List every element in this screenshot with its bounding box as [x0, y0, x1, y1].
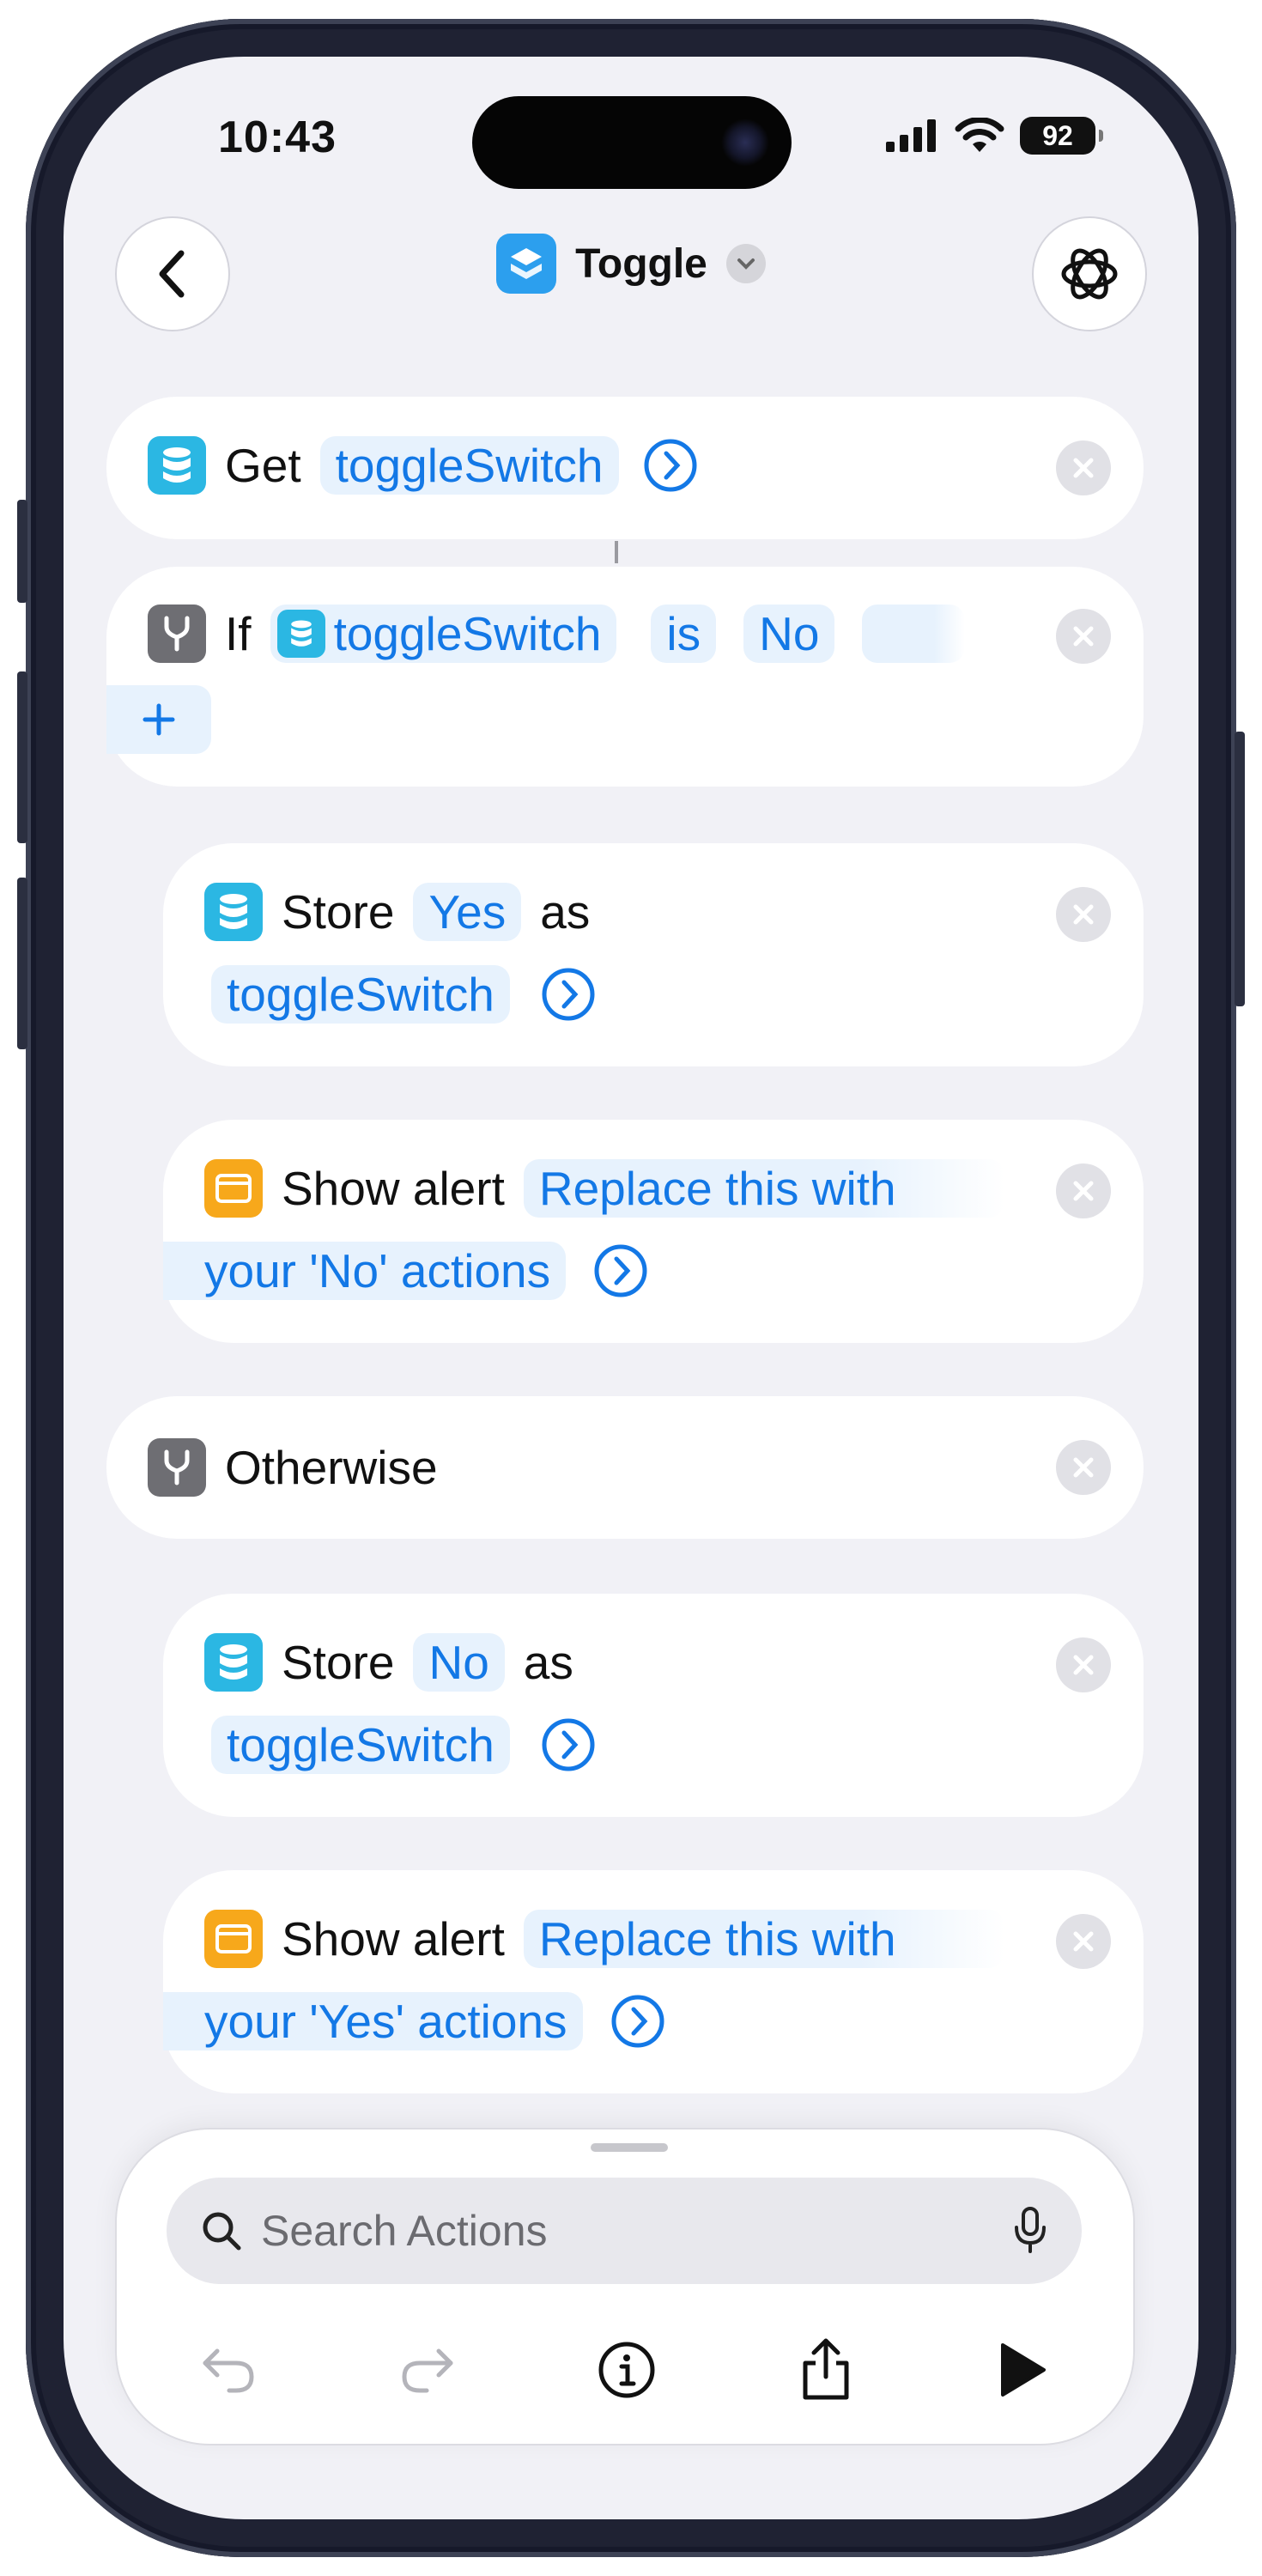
remove-action-button[interactable]	[1056, 1440, 1111, 1495]
close-icon	[1073, 1655, 1094, 1675]
close-icon	[1073, 458, 1094, 478]
alert-message-token-continued[interactable]: your 'Yes' actions	[163, 1992, 583, 2050]
action-verb: Show alert	[282, 1162, 505, 1215]
chevron-right-circle-icon[interactable]	[541, 1717, 596, 1772]
extra-parameter-token[interactable]	[862, 605, 966, 663]
chevron-right-circle-icon[interactable]	[643, 438, 698, 493]
status-time: 10:43	[218, 112, 337, 162]
shortcut-title-button[interactable]: Toggle	[64, 234, 1198, 294]
if-action[interactable]: If toggleSwitch is No	[106, 567, 1144, 787]
battery-level: 92	[1042, 119, 1073, 151]
get-variable-action[interactable]: Get toggleSwitch	[106, 397, 1144, 539]
value-token[interactable]: Yes	[413, 883, 522, 941]
remove-action-button[interactable]	[1056, 440, 1111, 495]
undo-icon	[203, 2348, 254, 2393]
battery-indicator: 92	[1020, 117, 1103, 155]
value-token[interactable]: No	[413, 1633, 505, 1692]
chevron-right-circle-icon[interactable]	[593, 1243, 648, 1298]
volume-up-button	[17, 671, 27, 843]
redo-icon	[402, 2348, 453, 2393]
volume-down-button	[17, 878, 27, 1049]
wifi-icon	[955, 118, 1004, 152]
variable-token[interactable]: toggleSwitch	[319, 436, 619, 495]
alert-message-token[interactable]: Replace this with	[523, 1159, 1004, 1218]
remove-action-button[interactable]	[1056, 609, 1111, 664]
shortcut-icon	[496, 234, 557, 294]
close-icon	[1073, 1181, 1094, 1201]
show-alert-action[interactable]: Show alert Replace this with your 'Yes' …	[163, 1870, 1144, 2093]
close-icon	[1073, 626, 1094, 647]
search-input[interactable]	[259, 2205, 1013, 2257]
apple-intelligence-icon	[1061, 248, 1118, 300]
close-icon	[1073, 1931, 1094, 1952]
close-icon	[1073, 1457, 1094, 1478]
variable-token[interactable]: toggleSwitch	[211, 965, 510, 1024]
connector-line	[615, 541, 618, 563]
actions-panel[interactable]	[115, 2128, 1135, 2445]
variable-token[interactable]: toggleSwitch	[211, 1716, 510, 1774]
action-verb: Get	[225, 439, 301, 492]
redo-button[interactable]	[393, 2336, 462, 2404]
remove-action-button[interactable]	[1056, 1914, 1111, 1969]
alert-message-token[interactable]: Replace this with	[523, 1910, 1004, 1968]
action-verb: Otherwise	[225, 1441, 438, 1494]
remove-action-button[interactable]	[1056, 1637, 1111, 1692]
database-icon	[204, 883, 263, 941]
branch-icon	[148, 605, 206, 663]
condition-operator-token[interactable]: is	[651, 605, 717, 663]
remove-action-button[interactable]	[1056, 887, 1111, 942]
action-verb: If	[225, 607, 252, 660]
power-button	[1235, 732, 1245, 1006]
database-icon	[148, 436, 206, 495]
share-icon	[803, 2338, 849, 2400]
chevron-down-icon	[725, 244, 766, 283]
action-verb: Store	[282, 1636, 395, 1689]
show-alert-action[interactable]: Show alert Replace this with your 'No' a…	[163, 1120, 1144, 1343]
status-icons: 92	[886, 117, 1103, 155]
camera-icon	[721, 118, 769, 167]
alert-window-icon	[204, 1910, 263, 1968]
apple-intelligence-button[interactable]	[1032, 216, 1147, 331]
branch-icon	[148, 1438, 206, 1497]
database-icon	[204, 1633, 263, 1692]
undo-button[interactable]	[194, 2336, 263, 2404]
add-condition-button[interactable]	[106, 685, 211, 754]
action-button	[17, 500, 27, 603]
database-icon	[276, 610, 325, 658]
as-label: as	[540, 885, 591, 939]
alert-message-token-continued[interactable]: your 'No' actions	[163, 1242, 567, 1300]
layers-icon	[511, 248, 543, 279]
share-button[interactable]	[792, 2336, 860, 2404]
info-icon	[598, 2342, 655, 2398]
set-variable-action[interactable]: Store No as toggleSwitch	[163, 1594, 1144, 1817]
page-title: Toggle	[575, 240, 707, 287]
close-icon	[1073, 904, 1094, 925]
condition-value-token[interactable]: No	[743, 605, 835, 663]
sheet-grabber[interactable]	[591, 2143, 668, 2152]
remove-action-button[interactable]	[1056, 1163, 1111, 1218]
as-label: as	[523, 1636, 573, 1689]
chevron-right-circle-icon[interactable]	[541, 967, 596, 1022]
search-icon	[203, 2212, 241, 2251]
variable-token[interactable]: toggleSwitch	[270, 605, 617, 663]
alert-window-icon	[204, 1159, 263, 1218]
run-button[interactable]	[987, 2336, 1056, 2404]
info-button[interactable]	[592, 2336, 661, 2404]
chevron-right-circle-icon[interactable]	[610, 1994, 665, 2049]
search-bar[interactable]	[167, 2178, 1082, 2284]
cellular-signal-icon	[886, 119, 936, 152]
play-icon	[1001, 2343, 1046, 2397]
dynamic-island	[472, 96, 792, 189]
action-verb: Store	[282, 885, 395, 939]
set-variable-action[interactable]: Store Yes as toggleSwitch	[163, 843, 1144, 1066]
action-verb: Show alert	[282, 1912, 505, 1965]
otherwise-action[interactable]: Otherwise	[106, 1396, 1144, 1539]
variable-name: toggleSwitch	[333, 607, 602, 660]
plus-icon	[143, 703, 175, 736]
microphone-icon[interactable]	[1013, 2207, 1047, 2255]
screen: 10:43 92 Toggle Get toggleSwitch If togg…	[64, 57, 1198, 2519]
